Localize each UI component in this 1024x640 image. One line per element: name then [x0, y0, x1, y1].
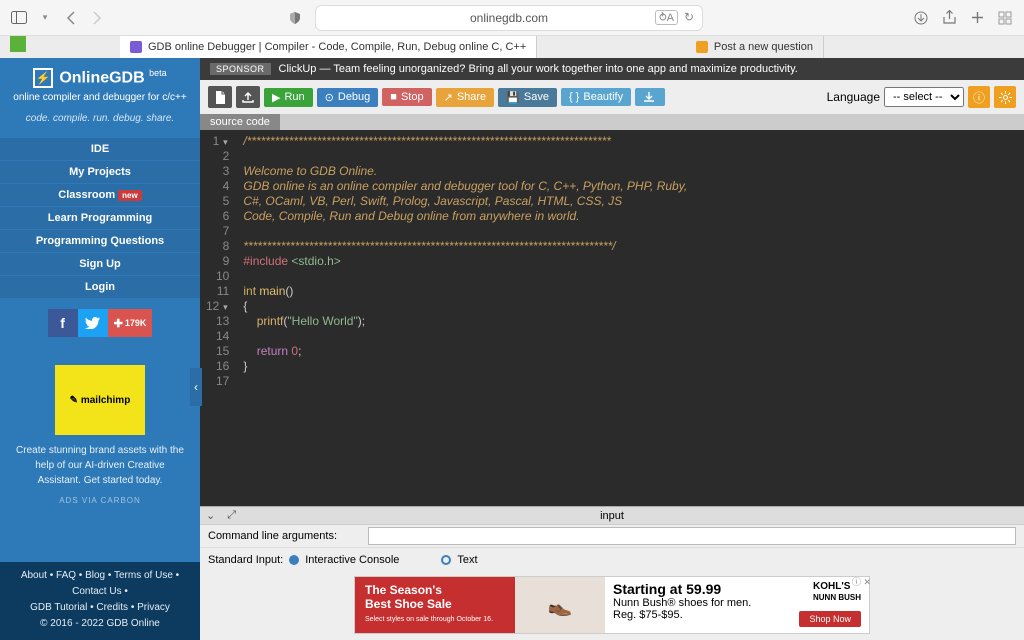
back-icon[interactable] — [62, 9, 80, 27]
dropdown-chevron-icon[interactable]: ▾ — [36, 9, 54, 27]
code-content[interactable]: /***************************************… — [235, 130, 695, 506]
tab-strip: GDB online Debugger | Compiler - Code, C… — [0, 36, 1024, 58]
debug-button[interactable]: ⊙ Debug — [317, 88, 379, 107]
tab-overview-icon[interactable] — [996, 9, 1014, 27]
logo-subtitle: online compiler and debugger for c/c++ — [6, 92, 194, 103]
download-icon[interactable] — [912, 9, 930, 27]
collapse-sidebar-button[interactable]: ‹ — [190, 368, 202, 406]
sidebar-item-login[interactable]: Login — [0, 276, 200, 299]
radio-interactive[interactable] — [289, 555, 299, 565]
stdin-label: Standard Input: — [208, 554, 283, 566]
ad-shoe-image: 👞 — [515, 577, 605, 633]
translate-icon[interactable]: ⥁A — [655, 10, 678, 25]
url-text: onlinegdb.com — [470, 11, 548, 25]
line-gutter: 1▾23456789101112▾1314151617 — [200, 130, 235, 506]
sidebar: ⚡ OnlineGDB beta online compiler and deb… — [0, 58, 200, 640]
language-selector: Language -- select -- — [827, 87, 964, 107]
io-panel-header[interactable]: ⌄ ⤢ input — [200, 506, 1024, 524]
sidebar-footer: About • FAQ • Blog • Terms of Use • Cont… — [0, 562, 200, 640]
sponsor-text: ClickUp — Team feeling unorganized? Brin… — [279, 63, 798, 75]
main-area: SPONSOR ClickUp — Team feeling unorganiz… — [200, 58, 1024, 640]
command-args-row: Command line arguments: — [200, 524, 1024, 547]
upload-file-button[interactable] — [236, 86, 260, 108]
stop-button[interactable]: ■ Stop — [382, 88, 431, 106]
language-select[interactable]: -- select -- — [884, 87, 964, 107]
run-button[interactable]: ▶ Run — [264, 88, 313, 107]
bolt-icon: ⚡ — [33, 68, 53, 88]
facebook-button[interactable]: f — [48, 309, 78, 337]
carbon-ad-text[interactable]: Create stunning brand assets with the he… — [0, 443, 200, 488]
cmd-args-input[interactable] — [368, 527, 1016, 545]
sponsor-tag: SPONSOR — [210, 63, 271, 75]
new-tab-icon[interactable] — [968, 9, 986, 27]
browser-toolbar: ▾ onlinegdb.com ⥁A ↻ — [0, 0, 1024, 36]
ad-right: KOHL'SNUNN BUSH Starting at 59.99 Nunn B… — [605, 577, 869, 633]
radio-text[interactable] — [441, 555, 451, 565]
carbon-ad-attribution[interactable]: ADS VIA CARBON — [0, 496, 200, 505]
twitter-button[interactable] — [78, 309, 108, 337]
code-editor[interactable]: 1▾23456789101112▾1314151617 /***********… — [200, 130, 1024, 506]
shield-icon[interactable] — [288, 11, 302, 25]
reload-icon[interactable]: ↻ — [684, 10, 694, 25]
help-button[interactable]: ⓘ — [968, 86, 990, 108]
sidebar-item-classroom[interactable]: Classroomnew — [0, 184, 200, 207]
ad-banner[interactable]: The Season's Best Shoe Sale Select style… — [354, 576, 870, 634]
carbon-ad-image[interactable]: ✎ mailchimp — [55, 365, 145, 435]
stdin-row: Standard Input: Interactive Console Text — [200, 547, 1024, 572]
sidebar-toggle-icon[interactable] — [10, 9, 28, 27]
toolbar: ▶ Run ⊙ Debug ■ Stop ↗ Share 💾 Save { } … — [200, 80, 1024, 114]
favicon-icon — [130, 41, 142, 53]
editor-tab-source[interactable]: source code — [200, 114, 280, 130]
forward-icon[interactable] — [88, 9, 106, 27]
cmd-args-label: Command line arguments: — [208, 530, 368, 542]
editor-tabs: source code — [200, 114, 1024, 130]
addthis-button[interactable]: ✚ 179K — [108, 309, 153, 337]
settings-button[interactable] — [994, 86, 1016, 108]
tab-onlinegdb[interactable]: GDB online Debugger | Compiler - Code, C… — [120, 36, 537, 58]
ad-cta-button[interactable]: Shop Now — [799, 611, 861, 627]
expand-icon[interactable]: ⤢ — [221, 509, 242, 522]
share-icon[interactable] — [940, 9, 958, 27]
sidebar-item-projects[interactable]: My Projects — [0, 161, 200, 184]
download-button[interactable] — [635, 88, 665, 106]
sidebar-item-signup[interactable]: Sign Up — [0, 253, 200, 276]
share-button[interactable]: ↗ Share — [436, 88, 495, 107]
favicon-icon — [696, 41, 708, 53]
social-buttons: f ✚ 179K — [0, 299, 200, 347]
ad-left: The Season's Best Shoe Sale Select style… — [355, 577, 515, 633]
tab-post-question[interactable]: Post a new question — [686, 36, 824, 58]
sidebar-item-ide[interactable]: IDE — [0, 138, 200, 161]
logo[interactable]: ⚡ OnlineGDB beta — [6, 68, 194, 88]
mailchimp-logo: ✎ mailchimp — [70, 395, 131, 406]
chevron-down-icon[interactable]: ⌄ — [200, 509, 221, 522]
extension-icon[interactable] — [10, 36, 26, 52]
sponsor-bar[interactable]: SPONSOR ClickUp — Team feeling unorganiz… — [200, 58, 1024, 80]
address-bar[interactable]: onlinegdb.com ⥁A ↻ — [315, 5, 703, 31]
sidebar-nav: IDE My Projects Classroomnew Learn Progr… — [0, 138, 200, 299]
save-button[interactable]: 💾 Save — [498, 88, 557, 107]
new-file-button[interactable] — [208, 86, 232, 108]
tagline: code. compile. run. debug. share. — [6, 113, 194, 124]
sidebar-item-questions[interactable]: Programming Questions — [0, 230, 200, 253]
beautify-button[interactable]: { } Beautify — [561, 88, 631, 106]
sidebar-item-learn[interactable]: Learn Programming — [0, 207, 200, 230]
ad-info-icon[interactable]: ⓘ ✕ — [852, 575, 871, 588]
